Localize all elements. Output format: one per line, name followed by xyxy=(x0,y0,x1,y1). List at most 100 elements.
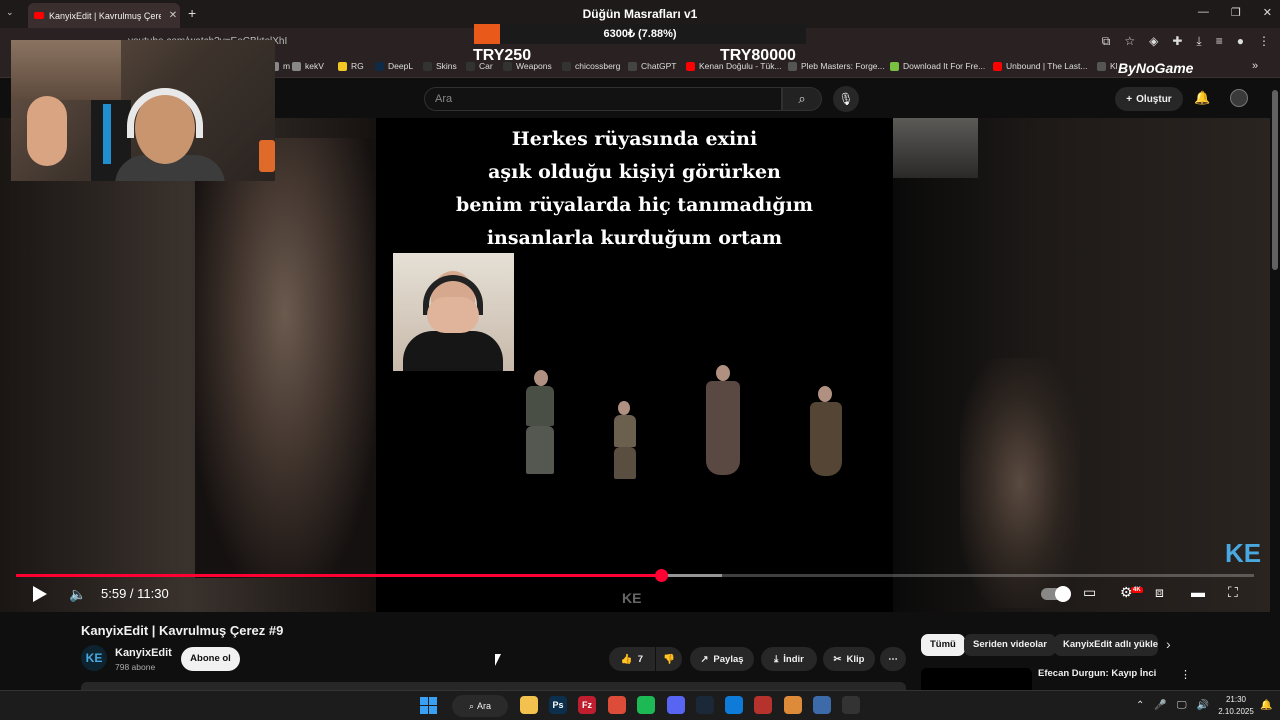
thumbs-down-icon: 👎 xyxy=(663,653,675,665)
bookmark-item[interactable]: Download It For Fre... xyxy=(890,61,985,71)
inset-shirt xyxy=(403,331,503,371)
character-figure xyxy=(696,365,750,477)
chrome-icon[interactable] xyxy=(608,696,626,714)
download-icon[interactable]: ⤓ xyxy=(1196,34,1201,49)
windows-start-icon[interactable] xyxy=(420,697,437,714)
steam-icon[interactable] xyxy=(696,696,714,714)
close-window-icon[interactable]: ✕ xyxy=(1263,6,1272,19)
video-caption: Herkes rüyasında exini aşık olduğu kişiy… xyxy=(376,123,893,255)
channel-avatar[interactable]: KE xyxy=(81,645,107,671)
bookmark-star-icon[interactable]: ☆ xyxy=(1124,34,1135,49)
caption-line: benim rüyalarda hiç tanımadığım xyxy=(456,194,813,216)
bookmark-item[interactable]: kekV xyxy=(292,61,324,71)
bookmark-item[interactable]: Kl xyxy=(1097,61,1118,71)
microphone-icon[interactable]: 🎤 xyxy=(1154,700,1166,711)
notifications-bell-icon[interactable]: 🔔 xyxy=(1194,90,1210,106)
caption-line: insanlarla kurduğum ortam xyxy=(486,227,783,249)
filezilla-icon[interactable]: Fz xyxy=(578,696,596,714)
progress-scrubber[interactable] xyxy=(654,569,668,582)
progress-bar[interactable] xyxy=(16,569,1254,582)
new-tab-icon[interactable]: + xyxy=(188,5,196,21)
recommended-more-icon[interactable]: ⋮ xyxy=(1180,668,1191,681)
page-scrollbar[interactable] xyxy=(1270,78,1280,690)
bookmark-item[interactable]: Unbound | The Last... xyxy=(993,61,1087,71)
edge-icon[interactable] xyxy=(725,696,743,714)
share-button[interactable]: ↗ Paylaş xyxy=(690,647,754,671)
recommended-thumbnail[interactable] xyxy=(921,668,1032,690)
chevron-right-icon[interactable]: › xyxy=(1166,636,1171,652)
browser-tab[interactable]: KanyixEdit | Kavrulmuş Çerez #9 ✕ xyxy=(28,3,180,28)
minimize-icon[interactable]: — xyxy=(1198,6,1209,19)
tab-list-chevron-icon[interactable]: ⌄ xyxy=(6,7,14,18)
mic-icon[interactable]: 🎙 xyxy=(833,86,859,112)
subtitles-icon[interactable]: ▭ xyxy=(1083,584,1096,601)
dislike-button[interactable]: 👎 xyxy=(656,647,682,671)
maximize-icon[interactable]: ❐ xyxy=(1231,6,1241,19)
tab-close-icon[interactable]: ✕ xyxy=(166,10,180,21)
blurred-background-right xyxy=(893,118,1270,612)
tray-overflow-icon[interactable]: ⌃ xyxy=(1136,700,1144,711)
youtube-favicon-icon xyxy=(34,12,44,19)
menu-icon[interactable]: ⋮ xyxy=(1258,34,1270,49)
clip-button[interactable]: ✂ Klip xyxy=(823,647,875,671)
taskbar-clock[interactable]: 21:30 2.10.2025 xyxy=(1216,694,1256,718)
scrollbar-thumb[interactable] xyxy=(1272,90,1278,270)
download-button[interactable]: ⤓ İndir xyxy=(761,647,817,671)
inset-hands xyxy=(427,297,479,333)
app-icon[interactable] xyxy=(813,696,831,714)
bookmark-item[interactable]: RG xyxy=(338,61,364,71)
photoshop-icon[interactable]: Ps xyxy=(549,696,567,714)
profile-icon[interactable]: ● xyxy=(1237,34,1244,49)
bookmark-item[interactable]: Pleb Masters: Forge... xyxy=(788,61,885,71)
character-figure xyxy=(606,401,642,483)
more-actions-icon[interactable]: ⋯ xyxy=(880,647,906,671)
volume-icon[interactable]: 🔈 xyxy=(69,586,86,603)
channel-name[interactable]: KanyixEdit xyxy=(115,647,172,659)
discord-icon[interactable] xyxy=(667,696,685,714)
spotify-icon[interactable] xyxy=(637,696,655,714)
chip-all[interactable]: Tümü xyxy=(921,634,965,656)
bookmark-favicon-icon xyxy=(1097,61,1106,71)
search-input[interactable]: Ara xyxy=(424,87,782,111)
ke-logo-icon: KE xyxy=(622,590,642,606)
channel-watermark-logo[interactable]: KE xyxy=(1225,538,1261,569)
share-icon: ↗ xyxy=(700,653,709,665)
network-icon[interactable]: 🖵 xyxy=(1177,700,1187,711)
speaker-icon[interactable]: 🔊 xyxy=(1196,700,1208,711)
bookmarks-overflow-icon[interactable]: » xyxy=(1252,60,1258,72)
chip-channel-uploads[interactable]: KanyixEdit adlı yükle xyxy=(1054,634,1158,656)
figure-body xyxy=(614,415,636,447)
bookmark-item[interactable]: Skins xyxy=(423,61,457,71)
extension-icon[interactable]: ◈ xyxy=(1149,34,1158,49)
tool-icon[interactable] xyxy=(754,696,772,714)
donation-progress-text: 6300₺ (7.88%) xyxy=(603,28,677,40)
subscribe-button[interactable]: Abone ol xyxy=(181,647,240,671)
reading-list-icon[interactable]: ≡ xyxy=(1216,34,1223,49)
miniplayer-icon[interactable]: ⧈ xyxy=(1155,584,1164,601)
chip-series[interactable]: Seriden videolar xyxy=(964,634,1056,656)
bookmark-item[interactable]: DeepL xyxy=(375,61,413,71)
create-button[interactable]: + Oluştur xyxy=(1115,87,1183,111)
autoplay-toggle[interactable] xyxy=(1041,586,1071,602)
bookmark-item[interactable]: chicossberg xyxy=(562,61,620,71)
like-button[interactable]: 👍 7 xyxy=(609,647,655,671)
notification-icon[interactable]: 🔔 xyxy=(1260,700,1272,711)
search-icon[interactable]: ⌕ xyxy=(782,87,822,111)
inset-webcam xyxy=(393,253,514,371)
file-explorer-icon[interactable] xyxy=(520,696,538,714)
fullscreen-icon[interactable]: ⛶ xyxy=(1228,584,1238,601)
description-box[interactable] xyxy=(81,682,906,690)
scissors-icon: ✂ xyxy=(833,653,842,665)
puzzle-icon[interactable]: ✚ xyxy=(1172,34,1182,49)
theater-mode-icon[interactable]: ▬ xyxy=(1191,584,1205,600)
play-icon[interactable] xyxy=(29,584,49,604)
webcam-shelf xyxy=(11,40,121,100)
cast-icon[interactable]: ⧉ xyxy=(1102,34,1111,49)
obs-icon[interactable] xyxy=(842,696,860,714)
taskbar-search[interactable]: ⌕ Ara xyxy=(452,695,508,717)
account-avatar[interactable] xyxy=(1230,89,1248,107)
chrome-active-icon[interactable] xyxy=(784,696,802,714)
bookmark-item[interactable]: ChatGPT xyxy=(628,61,676,71)
recommended-title[interactable]: Efecan Durgun: Kayıp İnci xyxy=(1038,668,1156,679)
video-player[interactable]: Herkes rüyasında exini aşık olduğu kişiy… xyxy=(0,118,1270,612)
